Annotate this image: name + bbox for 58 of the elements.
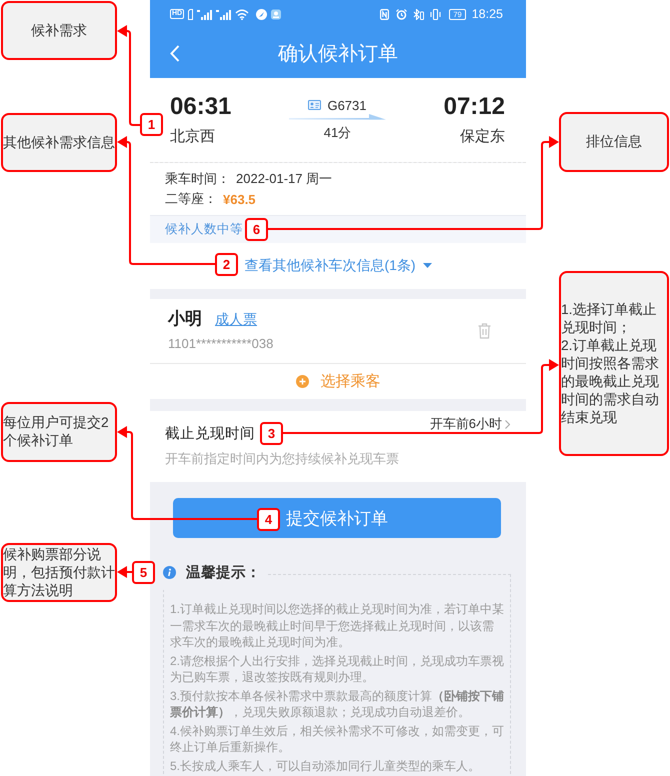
annotation-number: 2	[215, 253, 238, 276]
plus-circle-icon	[296, 375, 308, 388]
detail-value: 2022-01-17 周一	[236, 170, 332, 188]
tips-title: 温馨提示：	[186, 564, 261, 582]
annotation-number: 1	[140, 113, 163, 136]
departure-station: 北京西	[170, 127, 215, 147]
train-number: G6731	[327, 98, 367, 112]
tip-text: 1.订单截止兑现时间以您选择的截止兑现时间为准，若订单中某一需求车次的最晚截止时间早于您选择截止兑现时间，以该需求车次的最晚截止兑现时间为准。	[170, 601, 505, 650]
trip-duration: 41分	[324, 124, 352, 142]
detail-label: 二等座：	[165, 190, 217, 208]
signal-icon	[216, 8, 232, 20]
trash-icon[interactable]	[478, 323, 491, 339]
page-title: 确认候补订单	[278, 42, 398, 66]
annotation-text: 候补购票部分说明，包括预付款计算方法说明	[3, 546, 115, 600]
sim-icon	[188, 8, 194, 20]
queue-status: 候补人数中等	[165, 221, 243, 238]
wifi-icon	[235, 8, 250, 20]
info-icon	[163, 566, 176, 578]
annotation-text: 每位用户可提交2个候补订单	[3, 414, 110, 450]
ticket-icon	[308, 100, 322, 110]
caret-down-icon	[422, 262, 432, 268]
tip-text: 5.长按成人乘车人，可以自动添加同行儿童类型的乘车人。	[170, 758, 482, 774]
tip-text: 4.候补购票订单生效后，相关候补需求不可修改，如需变更，可终止订单后重新操作。	[170, 722, 505, 756]
compass-icon	[256, 8, 268, 20]
ticket-type-link[interactable]: 成人票	[215, 311, 257, 329]
annotation-text: 1.选择订单截止兑现时间；	[561, 300, 658, 336]
other-trains-link[interactable]: 查看其他候补车次信息(1条)	[244, 254, 432, 276]
chevron-right-icon	[505, 420, 510, 428]
tip-text: 2.请您根据个人出行安排，选择兑现截止时间，兑现成功车票视为已购车票，退改签按既有规则办理。	[170, 652, 505, 686]
add-passenger-button[interactable]: 选择乘客	[296, 372, 380, 391]
arrow-icon	[289, 114, 386, 122]
annotation-text: 排位信息	[586, 133, 642, 151]
clock-time: 18:25	[472, 7, 503, 21]
annotation-number: 4	[257, 508, 280, 531]
annotation-text: 其他候补需求信息	[3, 134, 115, 152]
tip-text: 3.预付款按本单各候补需求中票款最高的额度计算（卧铺按下铺票价计算），兑现失败原额退款；兑现成功自动退差价。	[170, 688, 505, 720]
bluetooth-icon	[413, 8, 424, 20]
vibrate-icon	[430, 8, 442, 20]
arrival-time: 07:12	[444, 92, 505, 122]
arrival-station: 保定东	[460, 127, 505, 147]
nfc-icon	[380, 8, 390, 20]
passenger-name: 小明	[168, 308, 202, 330]
deadline-selector[interactable]: 开车前6小时	[430, 417, 510, 431]
deadline-label: 截止兑现时间	[165, 424, 255, 442]
deadline-hint: 开车前指定时间内为您持续候补兑现车票	[165, 450, 399, 468]
annotation-number: 3	[260, 422, 283, 445]
back-icon[interactable]	[170, 44, 180, 62]
annotation-number: 5	[132, 561, 155, 584]
app-icon	[271, 8, 282, 20]
id-number: 1101***********038	[168, 335, 274, 353]
seat-price: ¥63.5	[223, 192, 256, 206]
annotation-text: 候补需求	[31, 22, 87, 40]
detail-label: 乘车时间：	[165, 170, 230, 188]
signal-icon	[197, 8, 212, 20]
alarm-icon	[396, 8, 408, 20]
departure-time: 06:31	[170, 92, 232, 122]
annotation-number: 6	[245, 218, 268, 241]
annotation-text: 2.订单截止兑现时间按照各需求的最晚截止兑现时间的需求自动结束兑现	[561, 336, 660, 426]
